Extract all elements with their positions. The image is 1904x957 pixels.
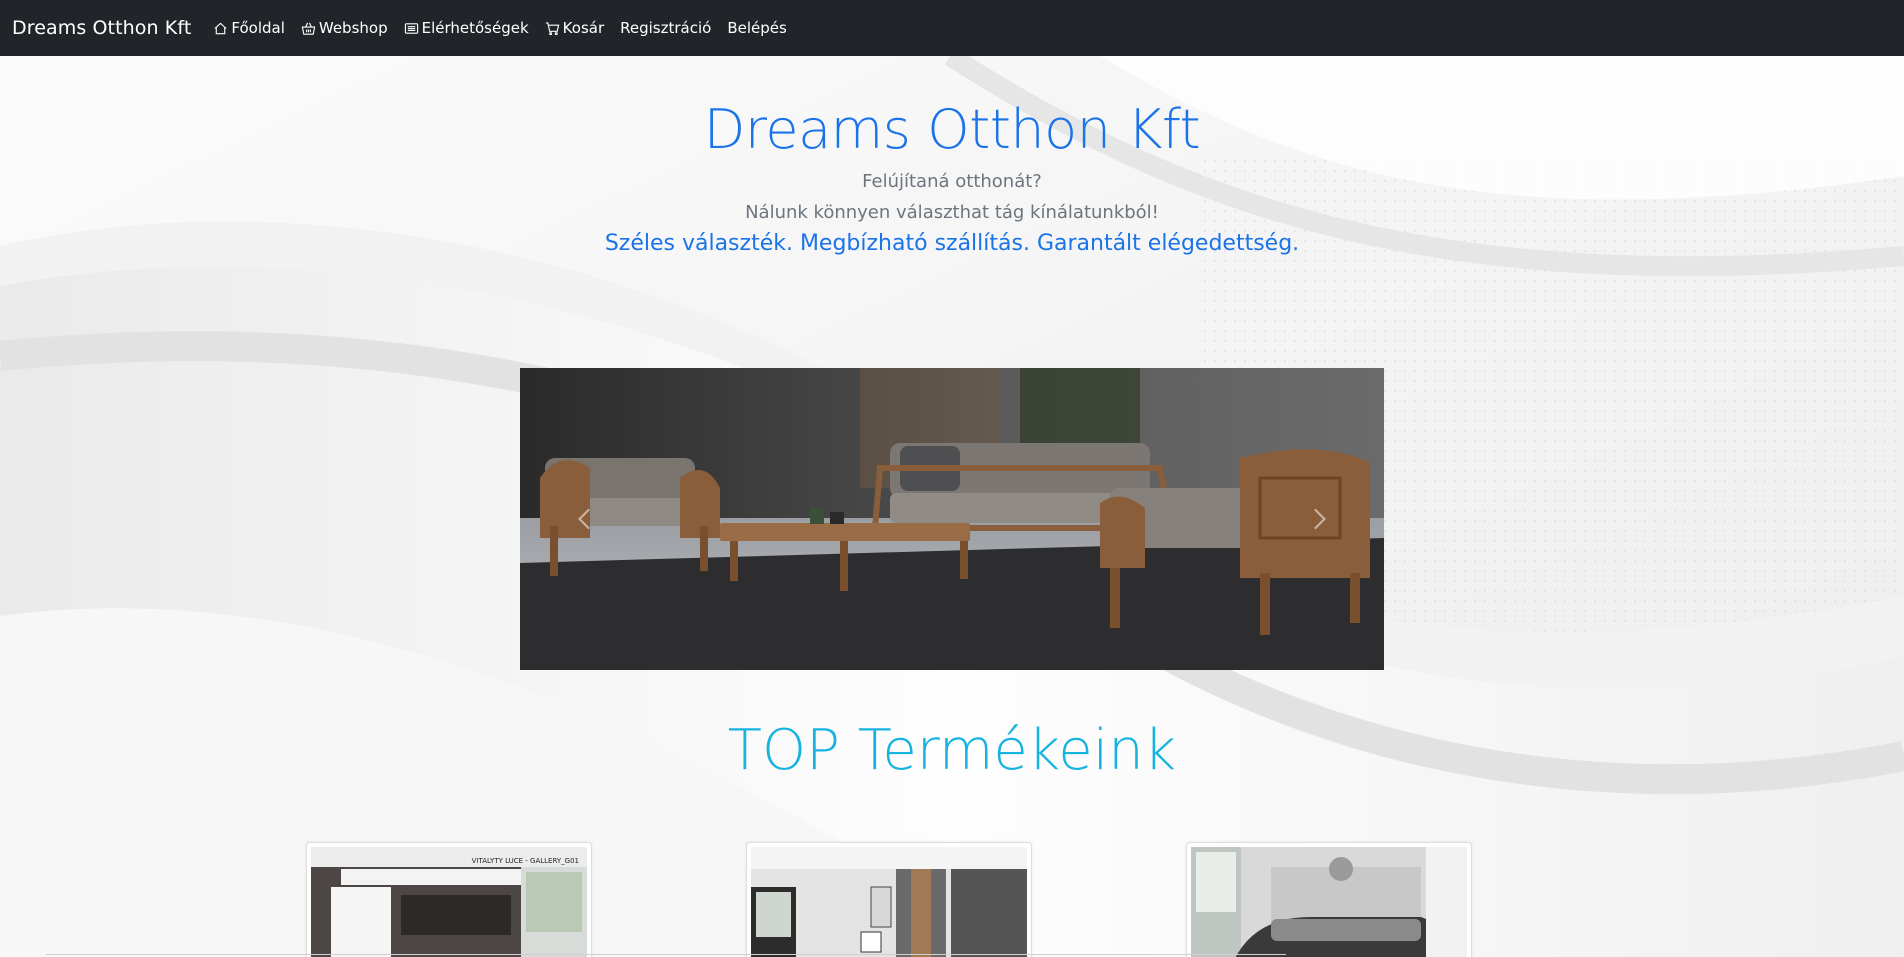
bottom-divider [46, 954, 1286, 955]
top-navbar: Dreams Otthon Kft Főoldal Webshop Elérhe… [0, 0, 1904, 56]
hero-title: Dreams Otthon Kft [703, 98, 1201, 161]
nav-item-label: Belépés [727, 19, 787, 37]
product-card[interactable] [746, 842, 1032, 957]
house-icon [214, 22, 227, 34]
product-image: VITALYTY LUCE - GALLERY_G01 [311, 847, 587, 957]
nav-item-label: Webshop [318, 19, 388, 37]
nav-item-label: Főoldal [231, 19, 285, 37]
hero-subtitle-2: Nálunk könnyen választhat tág kínálatunk… [745, 202, 1159, 223]
cart-icon [545, 21, 559, 35]
hero-section: Dreams Otthon Kft Felújítaná otthonát? N… [0, 56, 1904, 256]
chevron-left-icon [578, 508, 590, 530]
image-carousel[interactable] [520, 368, 1384, 670]
hero-tagline: Széles választék. Megbízható szállítás. … [604, 231, 1300, 256]
product-card[interactable]: VITALYTY LUCE - GALLERY_G01 [306, 842, 592, 957]
carousel-next-button[interactable] [1254, 368, 1384, 670]
top-products-title: TOP Termékeink [727, 718, 1177, 783]
product-card-label: VITALYTY LUCE - GALLERY_G01 [471, 857, 579, 865]
carousel-prev-button[interactable] [520, 368, 650, 670]
nav-item-webshop[interactable]: Webshop [301, 19, 388, 37]
nav-item-cart[interactable]: Kosár [545, 19, 604, 37]
card-list-icon [404, 22, 418, 34]
nav-item-login[interactable]: Belépés [727, 19, 786, 37]
nav-item-label: Regisztráció [620, 19, 712, 37]
nav-item-label: Elérhetőségek [421, 19, 529, 37]
nav-item-label: Kosár [562, 19, 605, 37]
nav-item-register[interactable]: Regisztráció [620, 19, 711, 37]
product-card[interactable] [1186, 842, 1472, 957]
basket-icon [301, 22, 316, 35]
chevron-right-icon [1314, 508, 1326, 530]
product-cards: VITALYTY LUCE - GALLERY_G01 [0, 842, 1904, 957]
nav-item-contacts[interactable]: Elérhetőségek [404, 19, 529, 37]
navbar-brand[interactable]: Dreams Otthon Kft [12, 17, 191, 39]
nav-item-home[interactable]: Főoldal [213, 19, 285, 37]
hero-subtitle-1: Felújítaná otthonát? [862, 171, 1042, 192]
product-image [751, 847, 1027, 957]
product-image [1191, 847, 1467, 957]
